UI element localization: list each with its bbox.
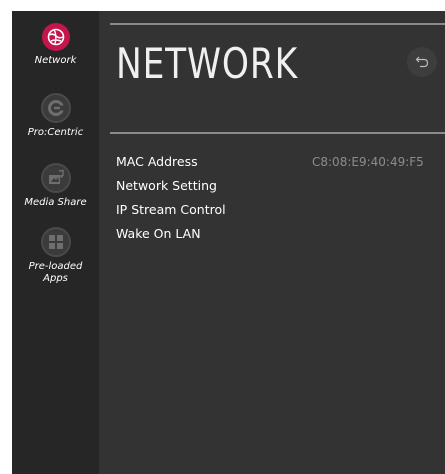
menu-item-wake-on-lan[interactable]: Wake On LAN <box>116 225 436 249</box>
back-button[interactable] <box>407 47 437 77</box>
sidebar: Network Pro:Centric Media Share Pre-load… <box>12 11 99 474</box>
menu-item-label: IP Stream Control <box>116 202 226 217</box>
back-arrow-icon <box>415 56 429 68</box>
menu-item-label: MAC Address <box>116 154 198 169</box>
menu-item-mac-address[interactable]: MAC Address C8:08:E9:40:49:F5 <box>116 153 436 177</box>
media-share-icon <box>40 163 71 193</box>
menu-item-label: Network Setting <box>116 178 217 193</box>
mac-address-value: C8:08:E9:40:49:F5 <box>312 155 424 169</box>
globe-icon <box>41 23 70 51</box>
menu-item-network-setting[interactable]: Network Setting <box>116 177 436 201</box>
sidebar-item-network[interactable]: Network <box>12 23 99 67</box>
procentric-icon <box>40 93 71 123</box>
sidebar-item-label: Media Share <box>24 197 87 208</box>
header-divider <box>110 132 445 134</box>
sidebar-item-preloaded-apps[interactable]: Pre-loaded Apps <box>12 227 99 285</box>
sidebar-item-label: Pro:Centric <box>27 127 84 138</box>
page-title: NETWORK <box>116 39 298 88</box>
menu-item-ip-stream-control[interactable]: IP Stream Control <box>116 201 436 225</box>
menu-item-label: Wake On LAN <box>116 226 201 241</box>
network-menu: MAC Address C8:08:E9:40:49:F5 Network Se… <box>116 153 436 249</box>
apps-grid-icon <box>40 227 71 257</box>
sidebar-item-media-share[interactable]: Media Share <box>12 163 99 209</box>
main-panel: NETWORK MAC Address C8:08:E9:40:49:F5 Ne… <box>110 11 445 474</box>
top-divider <box>110 23 445 25</box>
tv-settings-screen: Network Pro:Centric Media Share Pre-load… <box>12 11 445 474</box>
sidebar-item-procentric[interactable]: Pro:Centric <box>12 93 99 139</box>
sidebar-item-label: Pre-loaded Apps <box>28 261 83 284</box>
sidebar-item-label: Network <box>34 55 77 66</box>
